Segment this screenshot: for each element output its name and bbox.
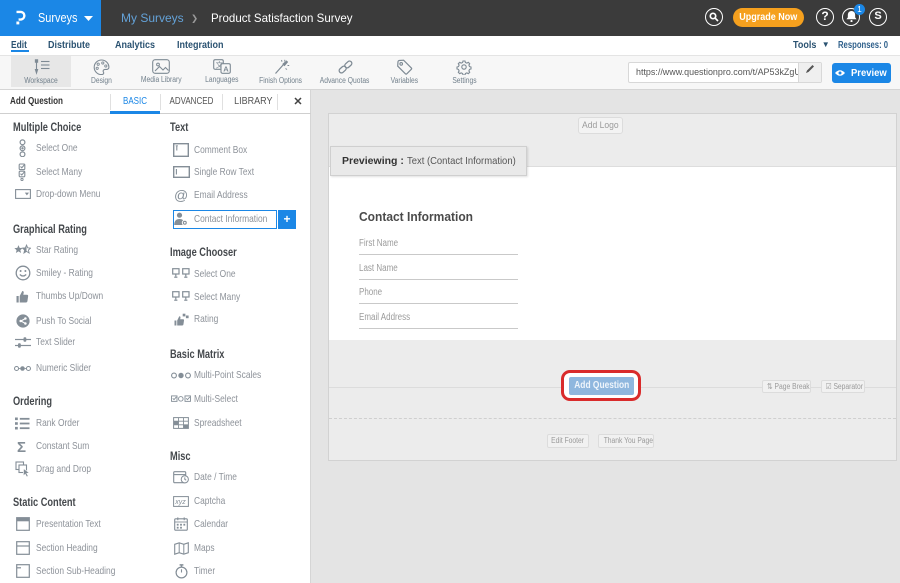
svg-text:@: @ bbox=[174, 188, 188, 203]
svg-text:A: A bbox=[223, 64, 229, 73]
svg-text:Σ: Σ bbox=[17, 439, 26, 454]
svg-text:xyz: xyz bbox=[174, 498, 186, 505]
